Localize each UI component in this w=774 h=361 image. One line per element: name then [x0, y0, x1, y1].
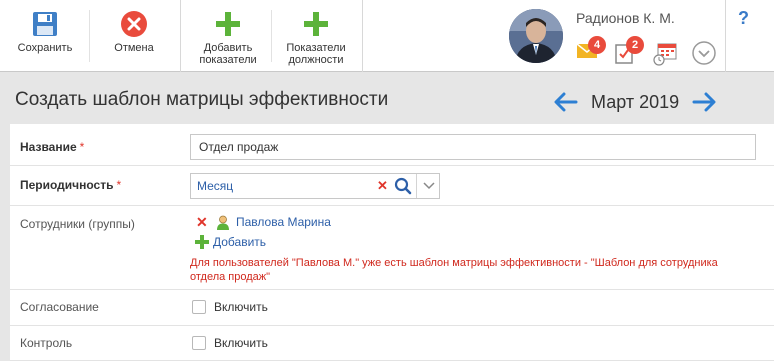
position-indicators-label: Показатели должности	[286, 42, 345, 66]
floppy-disk-icon	[31, 10, 59, 38]
approval-checkbox-label: Включить	[214, 300, 268, 314]
template-form: Название * Отдел продаж Периодичность * Ме…	[10, 124, 774, 361]
control-checkbox[interactable]: Включить	[192, 336, 268, 350]
periodicity-label: Периодичность *	[20, 178, 121, 192]
approval-label: Согласование	[20, 300, 99, 314]
position-indicators-line1: Показатели	[286, 42, 346, 54]
periodicity-value: Месяц	[197, 179, 234, 193]
add-indicators-line2: показатели	[199, 54, 257, 66]
toolbar: Сохранить Отмена Добавить показатели Пок…	[0, 0, 774, 72]
checkbox[interactable]	[192, 336, 206, 350]
plus-icon	[195, 235, 209, 249]
next-period-arrow-icon[interactable]	[691, 91, 717, 113]
periodicity-select[interactable]: Месяц ✕	[190, 173, 440, 199]
control-row: Контроль Включить	[10, 326, 774, 361]
toolbar-divider	[89, 10, 90, 62]
name-label-text: Название	[20, 140, 77, 154]
add-employee-button[interactable]: Добавить	[195, 234, 266, 250]
required-marker: *	[116, 178, 122, 192]
toolbar-divider	[180, 0, 181, 72]
avatar[interactable]	[509, 9, 563, 63]
period-switcher: Март 2019	[553, 89, 717, 115]
checkbox[interactable]	[192, 300, 206, 314]
name-row: Название * Отдел продаж	[10, 124, 774, 166]
save-label: Сохранить	[17, 42, 73, 54]
tasks-count-badge: 2	[626, 36, 644, 54]
toolbar-divider	[271, 10, 272, 62]
chevron-down-icon[interactable]	[692, 41, 716, 65]
search-icon[interactable]	[391, 174, 415, 198]
control-checkbox-label: Включить	[214, 336, 268, 350]
save-button[interactable]: Сохранить	[10, 0, 80, 72]
employees-label: Сотрудники (группы)	[20, 217, 135, 231]
position-indicators-button[interactable]: Показатели должности	[276, 0, 356, 72]
user-name[interactable]: Радионов К. М.	[576, 10, 675, 26]
plus-icon	[302, 10, 330, 38]
duplicate-template-warning: Для пользователей "Павлова М." уже есть …	[190, 257, 718, 283]
plus-icon	[214, 10, 242, 38]
toolbar-divider	[725, 0, 726, 72]
employee-link[interactable]: Павлова Марина	[236, 215, 331, 229]
position-indicators-line2: должности	[288, 54, 344, 66]
clear-icon[interactable]: ✕	[377, 178, 388, 194]
cancel-button[interactable]: Отмена	[100, 0, 168, 72]
add-indicators-label: Добавить показатели	[199, 42, 256, 66]
required-marker: *	[79, 140, 85, 154]
control-label: Контроль	[20, 336, 73, 350]
prev-period-arrow-icon[interactable]	[553, 91, 579, 113]
add-employee-label: Добавить	[213, 235, 267, 249]
periodicity-row: Периодичность * Месяц ✕	[10, 166, 774, 206]
help-icon[interactable]: ?	[738, 8, 749, 29]
page-title: Создать шаблон матрицы эффективности	[15, 89, 389, 110]
add-indicators-line1: Добавить	[203, 42, 253, 54]
approval-row: Согласование Включить	[10, 290, 774, 326]
calendar-clock-icon[interactable]	[653, 42, 677, 66]
close-circle-icon	[120, 10, 148, 38]
name-label: Название *	[20, 140, 84, 154]
name-input[interactable]: Отдел продаж	[190, 134, 756, 160]
toolbar-divider	[362, 0, 363, 72]
remove-icon[interactable]: ✕	[196, 214, 210, 231]
employees-row: Сотрудники (группы) ✕ Павлова Марина Доб…	[10, 206, 774, 290]
user-icon	[216, 215, 230, 230]
mail-count-badge: 4	[588, 36, 606, 54]
add-indicators-button[interactable]: Добавить показатели	[188, 0, 268, 72]
cancel-label: Отмена	[114, 42, 154, 54]
period-label: Март 2019	[591, 91, 680, 112]
chevron-down-icon[interactable]	[416, 174, 440, 198]
approval-checkbox[interactable]: Включить	[192, 300, 268, 314]
periodicity-label-text: Периодичность	[20, 178, 114, 192]
employee-item: ✕ Павлова Марина	[196, 214, 331, 230]
